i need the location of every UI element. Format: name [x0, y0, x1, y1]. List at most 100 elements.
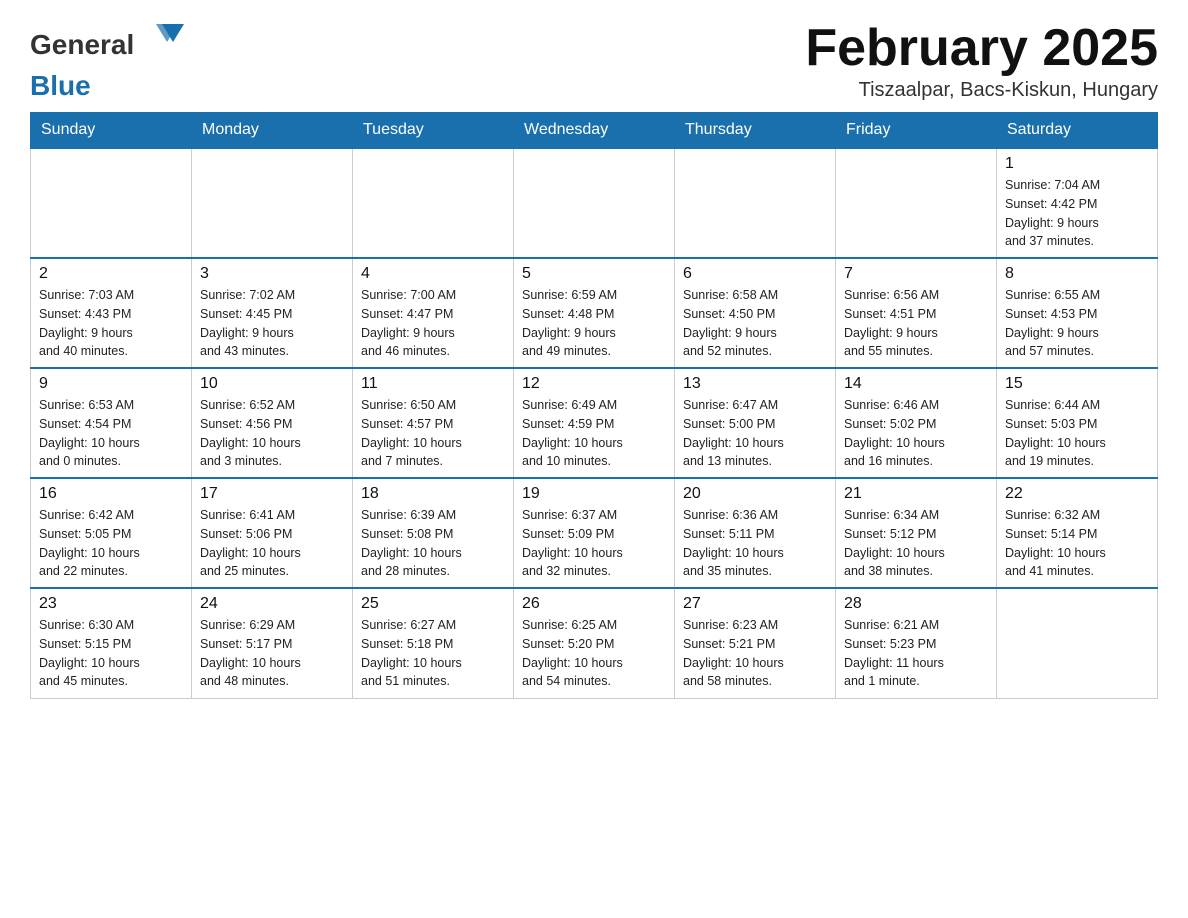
weekday-header-thursday: Thursday [675, 113, 836, 149]
day-info: Sunrise: 6:32 AM Sunset: 5:14 PM Dayligh… [1005, 506, 1149, 581]
day-info: Sunrise: 6:25 AM Sunset: 5:20 PM Dayligh… [522, 616, 666, 691]
calendar-cell: 14 Sunrise: 6:46 AM Sunset: 5:02 PM Dayli… [836, 368, 997, 478]
page-header: General Blue February 2025 Tiszaalpar, B… [30, 20, 1158, 102]
calendar-cell: 12 Sunrise: 6:49 AM Sunset: 4:59 PM Dayli… [514, 368, 675, 478]
day-number: 6 [683, 265, 827, 283]
calendar-cell: 18Sunrise: 6:39 AM Sunset: 5:08 PM Dayli… [353, 478, 514, 588]
day-number: 27 [683, 595, 827, 613]
calendar-cell: 3 Sunrise: 7:02 AM Sunset: 4:45 PM Daylig… [192, 258, 353, 368]
day-info: Sunrise: 7:04 AM Sunset: 4:42 PM Dayligh… [1005, 176, 1149, 251]
day-number: 23 [39, 595, 183, 613]
day-number: 21 [844, 485, 988, 503]
day-info: Sunrise: 6:30 AM Sunset: 5:15 PM Dayligh… [39, 616, 183, 691]
calendar-cell [514, 148, 675, 258]
day-number: 12 [522, 375, 666, 393]
calendar-cell [675, 148, 836, 258]
calendar-week-row: 2 Sunrise: 7:03 AM Sunset: 4:43 PM Daylig… [31, 258, 1158, 368]
calendar-week-row: 1 Sunrise: 7:04 AM Sunset: 4:42 PM Daylig… [31, 148, 1158, 258]
day-number: 17 [200, 485, 344, 503]
calendar-cell: 9 Sunrise: 6:53 AM Sunset: 4:54 PM Daylig… [31, 368, 192, 478]
day-number: 26 [522, 595, 666, 613]
day-number: 2 [39, 265, 183, 283]
month-title: February 2025 [805, 20, 1158, 77]
day-number: 19 [522, 485, 666, 503]
calendar-cell: 20 Sunrise: 6:36 AM Sunset: 5:11 PM Dayli… [675, 478, 836, 588]
day-info: Sunrise: 6:44 AM Sunset: 5:03 PM Dayligh… [1005, 396, 1149, 471]
day-info: Sunrise: 6:46 AM Sunset: 5:02 PM Dayligh… [844, 396, 988, 471]
calendar-cell: 10Sunrise: 6:52 AM Sunset: 4:56 PM Dayli… [192, 368, 353, 478]
day-number: 3 [200, 265, 344, 283]
day-number: 9 [39, 375, 183, 393]
logo-general-text: General [30, 29, 134, 61]
day-info: Sunrise: 6:42 AM Sunset: 5:05 PM Dayligh… [39, 506, 183, 581]
day-info: Sunrise: 6:47 AM Sunset: 5:00 PM Dayligh… [683, 396, 827, 471]
calendar-cell [836, 148, 997, 258]
day-info: Sunrise: 6:55 AM Sunset: 4:53 PM Dayligh… [1005, 286, 1149, 361]
calendar-table: SundayMondayTuesdayWednesdayThursdayFrid… [30, 112, 1158, 699]
weekday-header-tuesday: Tuesday [353, 113, 514, 149]
day-number: 25 [361, 595, 505, 613]
calendar-cell [353, 148, 514, 258]
weekday-header-saturday: Saturday [997, 113, 1158, 149]
calendar-cell: 8 Sunrise: 6:55 AM Sunset: 4:53 PM Daylig… [997, 258, 1158, 368]
weekday-header-friday: Friday [836, 113, 997, 149]
title-block: February 2025 Tiszaalpar, Bacs-Kiskun, H… [805, 20, 1158, 102]
logo: General Blue [30, 20, 189, 102]
calendar-cell: 1 Sunrise: 7:04 AM Sunset: 4:42 PM Daylig… [997, 148, 1158, 258]
day-number: 28 [844, 595, 988, 613]
logo-icon [134, 20, 189, 70]
day-info: Sunrise: 6:53 AM Sunset: 4:54 PM Dayligh… [39, 396, 183, 471]
calendar-cell: 6 Sunrise: 6:58 AM Sunset: 4:50 PM Daylig… [675, 258, 836, 368]
weekday-header-monday: Monday [192, 113, 353, 149]
calendar-cell [192, 148, 353, 258]
calendar-cell: 27 Sunrise: 6:23 AM Sunset: 5:21 PM Dayli… [675, 588, 836, 698]
day-info: Sunrise: 6:41 AM Sunset: 5:06 PM Dayligh… [200, 506, 344, 581]
day-number: 4 [361, 265, 505, 283]
day-info: Sunrise: 7:02 AM Sunset: 4:45 PM Dayligh… [200, 286, 344, 361]
calendar-cell [997, 588, 1158, 698]
calendar-cell: 15Sunrise: 6:44 AM Sunset: 5:03 PM Dayli… [997, 368, 1158, 478]
day-info: Sunrise: 6:49 AM Sunset: 4:59 PM Dayligh… [522, 396, 666, 471]
calendar-header-row: SundayMondayTuesdayWednesdayThursdayFrid… [31, 113, 1158, 149]
logo-blue-text: Blue [30, 70, 91, 101]
day-number: 11 [361, 375, 505, 393]
day-info: Sunrise: 6:23 AM Sunset: 5:21 PM Dayligh… [683, 616, 827, 691]
day-info: Sunrise: 6:50 AM Sunset: 4:57 PM Dayligh… [361, 396, 505, 471]
calendar-cell: 19 Sunrise: 6:37 AM Sunset: 5:09 PM Dayli… [514, 478, 675, 588]
weekday-header-sunday: Sunday [31, 113, 192, 149]
calendar-cell: 17 Sunrise: 6:41 AM Sunset: 5:06 PM Dayli… [192, 478, 353, 588]
calendar-cell: 16 Sunrise: 6:42 AM Sunset: 5:05 PM Dayli… [31, 478, 192, 588]
day-info: Sunrise: 6:29 AM Sunset: 5:17 PM Dayligh… [200, 616, 344, 691]
day-number: 7 [844, 265, 988, 283]
day-number: 8 [1005, 265, 1149, 283]
calendar-cell: 23 Sunrise: 6:30 AM Sunset: 5:15 PM Dayli… [31, 588, 192, 698]
calendar-week-row: 23 Sunrise: 6:30 AM Sunset: 5:15 PM Dayli… [31, 588, 1158, 698]
day-info: Sunrise: 6:21 AM Sunset: 5:23 PM Dayligh… [844, 616, 988, 691]
weekday-header-wednesday: Wednesday [514, 113, 675, 149]
calendar-cell: 5 Sunrise: 6:59 AM Sunset: 4:48 PM Daylig… [514, 258, 675, 368]
calendar-cell: 25Sunrise: 6:27 AM Sunset: 5:18 PM Dayli… [353, 588, 514, 698]
calendar-cell: 7 Sunrise: 6:56 AM Sunset: 4:51 PM Daylig… [836, 258, 997, 368]
day-number: 16 [39, 485, 183, 503]
day-info: Sunrise: 6:59 AM Sunset: 4:48 PM Dayligh… [522, 286, 666, 361]
day-number: 1 [1005, 155, 1149, 173]
calendar-cell: 2 Sunrise: 7:03 AM Sunset: 4:43 PM Daylig… [31, 258, 192, 368]
day-number: 20 [683, 485, 827, 503]
location-subtitle: Tiszaalpar, Bacs-Kiskun, Hungary [805, 79, 1158, 102]
day-info: Sunrise: 7:03 AM Sunset: 4:43 PM Dayligh… [39, 286, 183, 361]
day-number: 10 [200, 375, 344, 393]
day-number: 24 [200, 595, 344, 613]
day-info: Sunrise: 6:56 AM Sunset: 4:51 PM Dayligh… [844, 286, 988, 361]
day-info: Sunrise: 6:37 AM Sunset: 5:09 PM Dayligh… [522, 506, 666, 581]
calendar-week-row: 9 Sunrise: 6:53 AM Sunset: 4:54 PM Daylig… [31, 368, 1158, 478]
day-info: Sunrise: 6:36 AM Sunset: 5:11 PM Dayligh… [683, 506, 827, 581]
calendar-cell: 13Sunrise: 6:47 AM Sunset: 5:00 PM Dayli… [675, 368, 836, 478]
day-number: 5 [522, 265, 666, 283]
day-number: 14 [844, 375, 988, 393]
day-info: Sunrise: 6:58 AM Sunset: 4:50 PM Dayligh… [683, 286, 827, 361]
calendar-cell: 26 Sunrise: 6:25 AM Sunset: 5:20 PM Dayli… [514, 588, 675, 698]
day-number: 22 [1005, 485, 1149, 503]
calendar-cell: 22 Sunrise: 6:32 AM Sunset: 5:14 PM Dayli… [997, 478, 1158, 588]
calendar-cell: 28 Sunrise: 6:21 AM Sunset: 5:23 PM Dayli… [836, 588, 997, 698]
calendar-week-row: 16 Sunrise: 6:42 AM Sunset: 5:05 PM Dayli… [31, 478, 1158, 588]
